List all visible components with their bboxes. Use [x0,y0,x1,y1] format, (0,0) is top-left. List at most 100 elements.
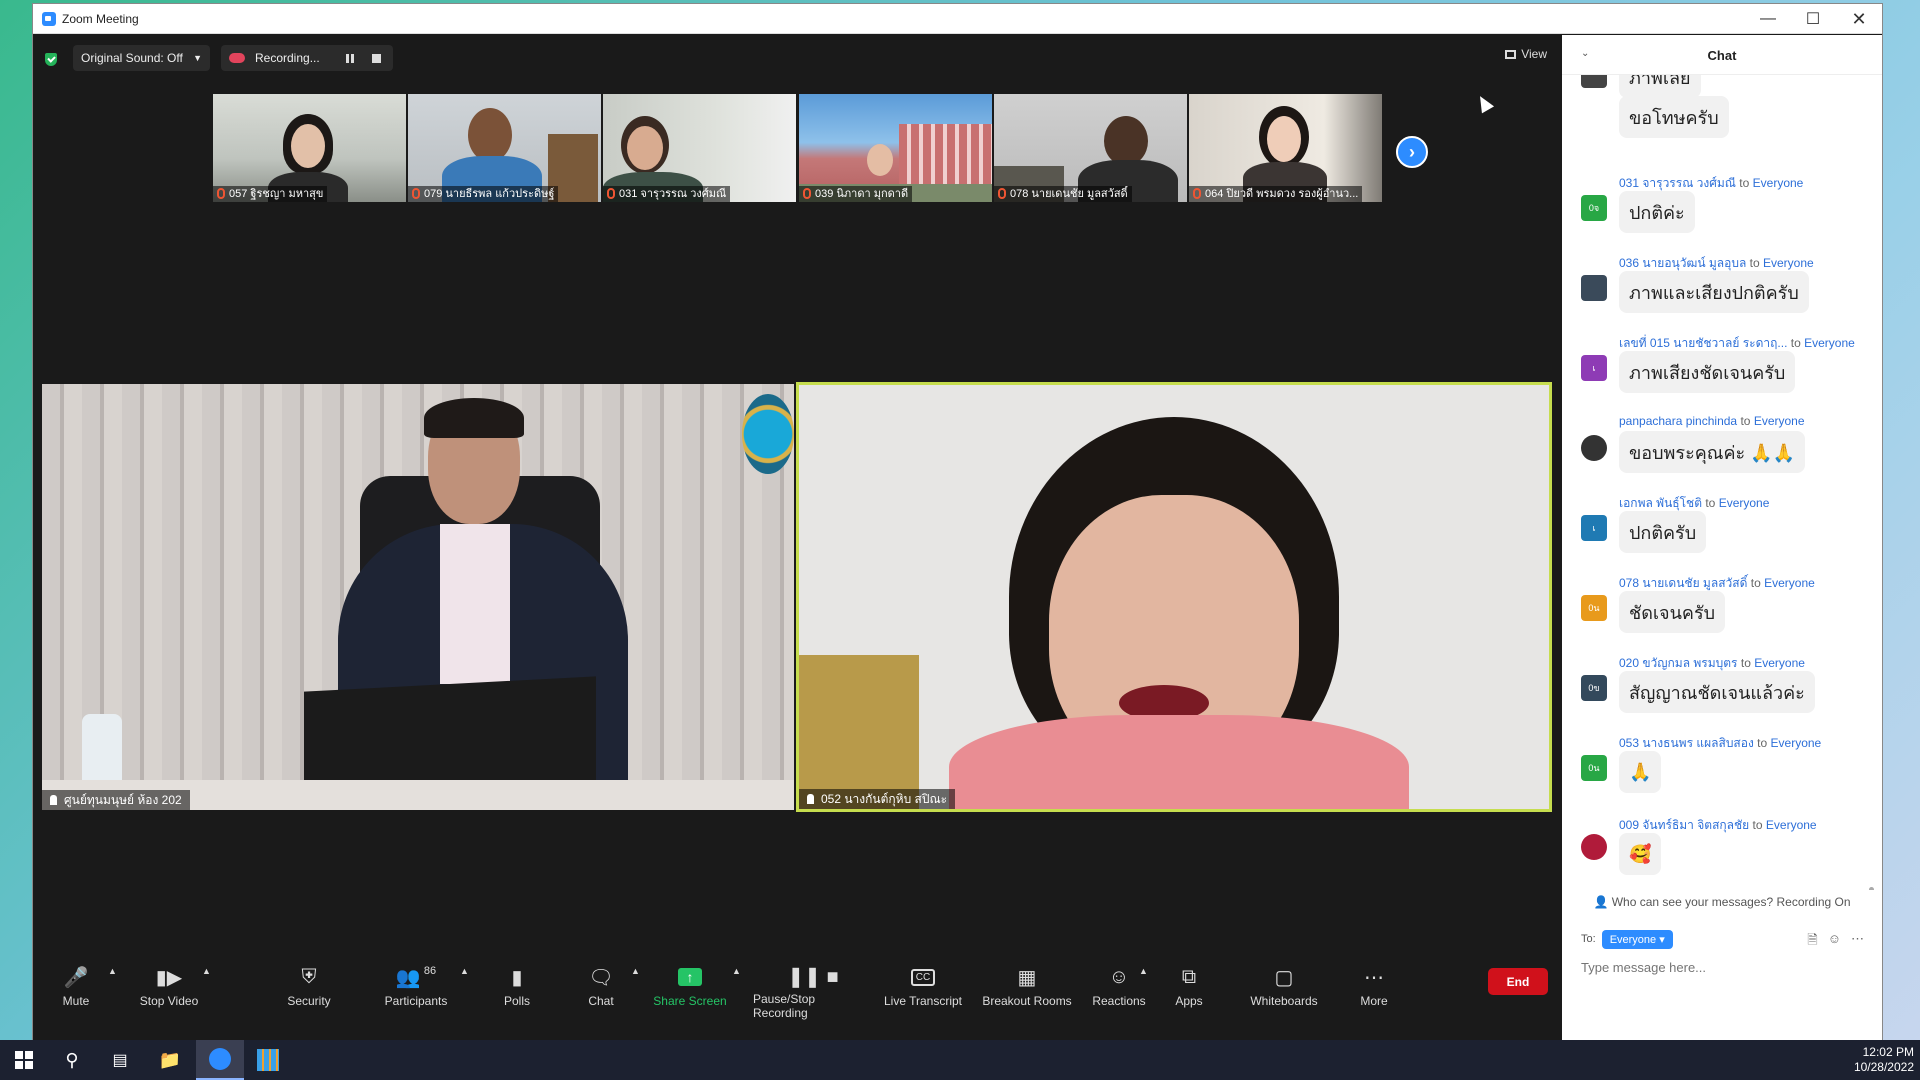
windows-start-icon[interactable] [0,1040,48,1080]
chat-scrollbar[interactable] [1869,887,1874,890]
security-button[interactable]: ⛨ Security [284,960,334,1020]
breakout-rooms-button[interactable]: ▦ Breakout Rooms [979,960,1075,1020]
clock-time: 12:02 PM [1862,1045,1914,1059]
avatar [1581,275,1607,301]
chat-caret-icon[interactable]: ▲ [631,966,640,976]
meeting-area: Original Sound: Off ▼ Recording... View … [33,35,1561,985]
original-sound-button[interactable]: Original Sound: Off ▼ [73,45,210,71]
participant-name: 079 นายธีรพล แก้วประดิษฐ์ [408,186,559,202]
chevron-down-icon[interactable]: ▼ [193,53,202,63]
next-page-arrow-icon[interactable]: › [1396,136,1428,168]
main-video-left[interactable]: ศูนย์ทุนมนุษย์ ห้อง 202 [42,384,794,810]
main-video-active-speaker[interactable]: 052 นางกันต์กุหิบ สปิณะ [796,382,1552,812]
recipient-dropdown[interactable]: Everyone ▾ [1601,929,1673,949]
message-text: ภาพเลย [1619,75,1701,98]
participant-thumbnail[interactable]: 078 นายเดนชัย มูลสวัสดิ์ [994,94,1187,202]
share-caret-icon[interactable]: ▲ [732,966,741,976]
maximize-button[interactable]: ☐ [1791,4,1835,34]
chat-actions: 🗎 ☺ ⋯ [1807,931,1864,953]
clock-date: 10/28/2022 [1853,1060,1914,1074]
video-options-caret-icon[interactable]: ▲ [202,966,211,976]
participant-name: ศูนย์ทุนมนุษย์ ห้อง 202 [42,790,190,810]
file-icon[interactable]: 🗎 [1807,931,1817,953]
more-dots-icon[interactable]: ⋯ [1851,931,1864,953]
share-screen-button[interactable]: ↑ Share Screen [653,960,727,1020]
more-dots-icon: ⋯ [1364,966,1384,989]
avatar: เ [1581,355,1607,381]
zoom-app-icon [42,12,56,26]
smiley-icon: ☺ [1108,965,1130,988]
audio-options-caret-icon[interactable]: ▲ [108,966,117,976]
more-button[interactable]: ⋯ More [1354,960,1394,1020]
apps-button[interactable]: ⧉ Apps [1169,960,1209,1020]
message-text: 🙏 [1619,751,1662,793]
pin-icon [807,794,814,804]
chat-bubble-icon: 🗨 [588,966,614,989]
minimize-button[interactable]: — [1746,4,1790,34]
pause-stop-recording-label: Pause/Stop Recording [753,992,816,1020]
to-word: to [1790,336,1801,350]
participant-name-text: 064 ปิยวดี พรมดวง รองผู้อำนว... [1205,188,1359,200]
participant-name-text: 052 นางกันต์กุหิบ สปิณะ [821,792,948,806]
sender-name: เอกพล พันธุ์โชติ [1619,496,1702,510]
to-word: to [1705,496,1716,510]
stop-video-button[interactable]: ▮▶ Stop Video [136,960,202,1020]
recipient-value: Everyone [1609,933,1657,946]
system-clock[interactable]: 12:02 PM 10/28/2022 [1854,1045,1914,1075]
share-screen-icon: ↑ [678,960,702,994]
whiteboard-icon: ▢ [1274,966,1294,989]
grid-view-icon [1505,49,1517,59]
pause-stop-recording-button[interactable]: ❚❚ ■ Pause/Stop Recording [753,960,873,1021]
stop-recording-icon[interactable] [371,53,381,63]
participant-thumbnail[interactable]: 079 นายธีรพล แก้วประดิษฐ์ [408,94,601,202]
live-transcript-button[interactable]: CC Live Transcript [879,960,967,1020]
participants-caret-icon[interactable]: ▲ [460,966,469,976]
pause-recording-icon[interactable] [345,53,354,63]
close-button[interactable]: ✕ [1837,4,1881,34]
participant-thumbnail[interactable]: 057 ฐิรชญา มหาสุข [213,94,406,202]
sender-name: 078 นายเดนชัย มูลสวัสดิ์ [1619,576,1748,590]
sender-name: 009 จันทร์ธิมา จิตสกุลชัย [1619,818,1750,832]
task-view-icon[interactable]: ▤ [96,1040,144,1080]
file-explorer-icon[interactable]: 📁 [146,1040,194,1080]
participant-thumbnail[interactable]: 039 นิภาดา มุกดาดี [799,94,992,202]
emoji-icon[interactable]: ☺ [1828,931,1841,953]
zoom-taskbar-icon[interactable] [196,1040,244,1080]
message-header: panpachara pinchinda to Everyone [1619,414,1805,428]
participant-name-text: 057 ฐิรชญา มหาสุข [229,188,324,200]
chat-message-input[interactable] [1581,960,1866,975]
recording-label: Recording... [255,51,320,65]
message-text: สัญญาณชัดเจนแล้วค่ะ [1619,671,1815,713]
participants-icon: 👥 86 [395,965,437,989]
reactions-caret-icon[interactable]: ▲ [1139,966,1148,976]
chat-label: Chat [588,994,614,1008]
participant-thumbnail[interactable]: 031 จารุวรรณ วงศ์มณี [603,94,796,202]
apps-icon: ⧉ [1181,965,1197,988]
mouse-cursor-icon [1473,92,1495,114]
participants-button[interactable]: 👥 86 Participants [380,960,452,1020]
apps-label: Apps [1175,994,1203,1008]
avatar: 0น [1581,595,1607,621]
reactions-label: Reactions [1092,994,1146,1008]
mute-label: Mute [62,994,90,1008]
view-button[interactable]: View [1505,47,1547,61]
mute-button[interactable]: 🎤 Mute [56,960,96,1020]
participant-name-text: ศูนย์ทุนมนุษย์ ห้อง 202 [64,793,182,807]
avatar [1581,435,1607,461]
participant-thumbnail[interactable]: 064 ปิยวดี พรมดวง รองผู้อำนว... [1189,94,1382,202]
participant-name: 078 นายเดนชัย มูลสวัสดิ์ [994,186,1132,202]
university-seal-icon [742,394,794,474]
end-meeting-button[interactable]: End [1488,968,1548,995]
polls-button[interactable]: ▮ Polls [497,960,537,1020]
app-taskbar-icon[interactable] [244,1040,292,1080]
search-icon[interactable]: ⚲ [48,1040,96,1080]
participant-name-text: 078 นายเดนชัย มูลสวัสดิ์ [1010,188,1128,200]
message-text: ชัดเจนครับ [1619,591,1726,633]
sender-name: panpachara pinchinda [1619,414,1738,428]
breakout-rooms-label: Breakout Rooms [982,994,1072,1008]
avatar: 0จ [1581,195,1607,221]
whiteboards-button[interactable]: ▢ Whiteboards [1244,960,1324,1020]
who-can-see-notice[interactable]: 👤 Who can see your messages? Recording O… [1562,895,1882,909]
chat-button[interactable]: 🗨 Chat [581,960,621,1020]
participants-label: Participants [384,994,448,1008]
